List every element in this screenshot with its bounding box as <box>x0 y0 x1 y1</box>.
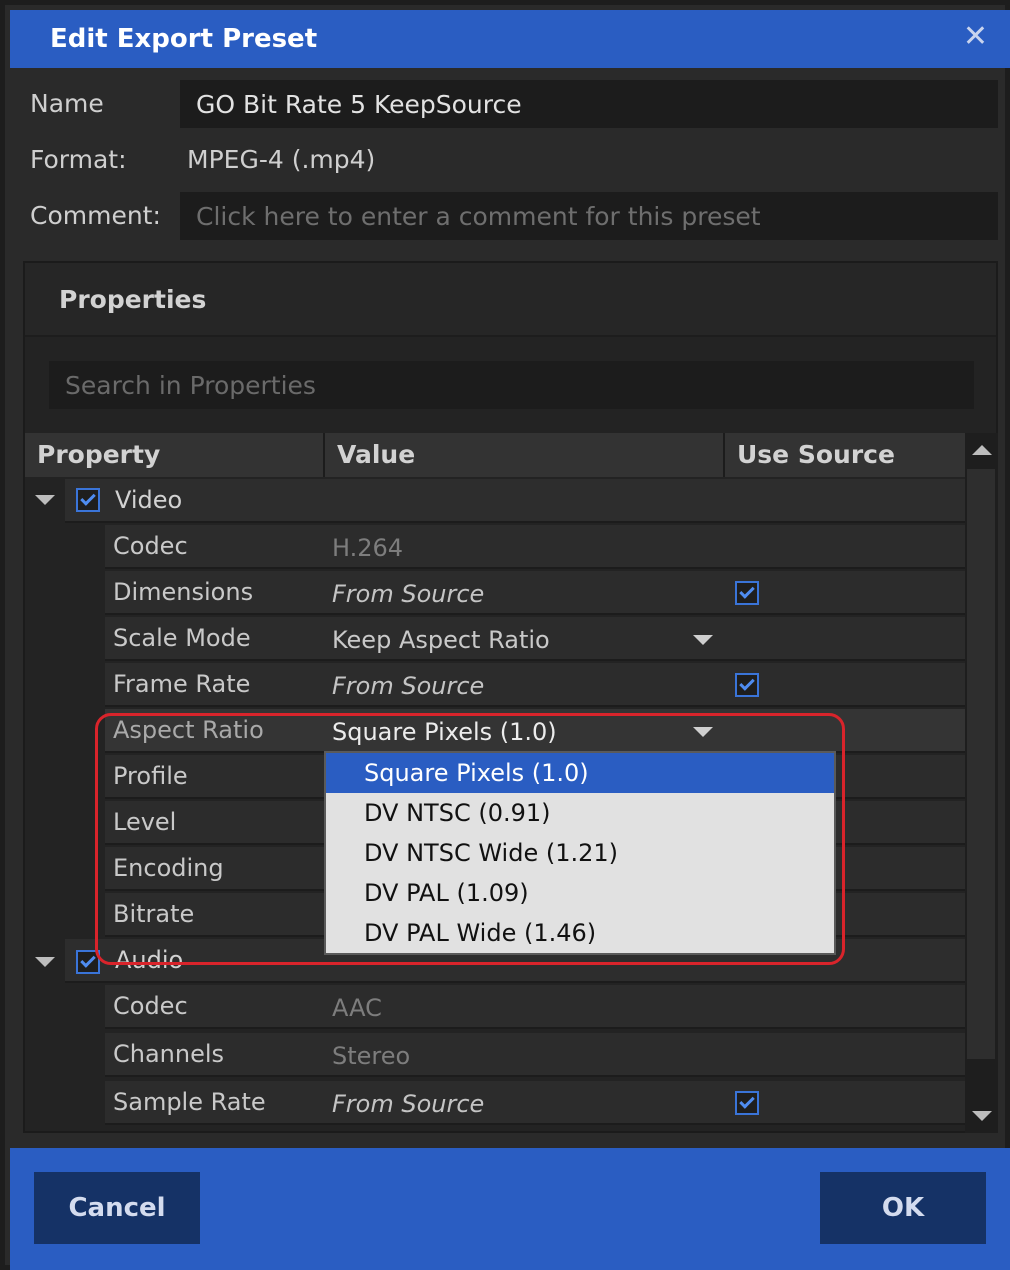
property-name: Frame Rate <box>113 670 251 698</box>
checkmark-icon <box>80 490 96 506</box>
video-collapse-icon[interactable] <box>35 495 55 505</box>
property-row-codec: Codec H.264 <box>105 525 965 569</box>
property-row-frame-rate: Frame Rate From Source <box>105 663 965 707</box>
property-value[interactable]: From Source <box>332 580 484 608</box>
name-field[interactable]: GO Bit Rate 5 KeepSource <box>180 80 998 128</box>
properties-panel: Properties Search in Properties Property… <box>23 261 998 1133</box>
property-name: Codec <box>113 992 188 1020</box>
properties-scrollbar[interactable] <box>965 433 998 1133</box>
column-header-use-source[interactable]: Use Source <box>725 433 965 477</box>
dimensions-use-source-checkbox[interactable] <box>735 581 759 605</box>
property-row-channels: Channels Stereo <box>105 1033 965 1077</box>
sample-rate-use-source-checkbox[interactable] <box>735 1091 759 1115</box>
name-label: Name <box>30 89 104 118</box>
chevron-down-icon[interactable] <box>693 635 713 645</box>
audio-collapse-icon[interactable] <box>35 957 55 967</box>
format-label: Format: <box>30 145 127 174</box>
scroll-up-arrow-icon[interactable] <box>972 445 992 455</box>
group-label-video: Video <box>115 486 183 514</box>
property-name: Codec <box>113 532 188 560</box>
property-name: Channels <box>113 1040 225 1068</box>
property-row-dimensions: Dimensions From Source <box>105 571 965 615</box>
scale-mode-select[interactable]: Keep Aspect Ratio <box>332 626 550 654</box>
dialog-title: Edit Export Preset <box>50 24 318 54</box>
property-value: AAC <box>332 994 382 1022</box>
column-header-value[interactable]: Value <box>325 433 725 477</box>
checkmark-icon <box>80 952 96 968</box>
edit-export-preset-dialog: Edit Export Preset ✕ Name GO Bit Rate 5 … <box>0 0 1010 1270</box>
checkmark-icon <box>739 1093 755 1109</box>
column-header-property[interactable]: Property <box>25 433 325 477</box>
properties-search-input[interactable]: Search in Properties <box>49 361 974 409</box>
property-value: H.264 <box>332 534 404 562</box>
property-value[interactable]: From Source <box>332 1090 484 1118</box>
checkmark-icon <box>739 675 755 691</box>
property-name: Scale Mode <box>113 624 251 652</box>
property-row-sample-rate: Sample Rate From Source <box>105 1081 965 1125</box>
properties-header: Properties <box>25 263 996 337</box>
video-checkbox[interactable] <box>76 488 100 512</box>
title-bar: Edit Export Preset ✕ <box>10 10 1010 68</box>
cancel-button[interactable]: Cancel <box>34 1172 200 1244</box>
comment-field[interactable]: Click here to enter a comment for this p… <box>180 192 998 240</box>
scroll-down-arrow-icon[interactable] <box>972 1111 992 1121</box>
ok-button[interactable]: OK <box>820 1172 986 1244</box>
property-row-scale-mode: Scale Mode Keep Aspect Ratio <box>105 617 965 661</box>
properties-title: Properties <box>59 285 207 314</box>
property-name: Dimensions <box>113 578 254 606</box>
close-icon[interactable]: ✕ <box>963 22 988 52</box>
checkmark-icon <box>739 583 755 599</box>
highlight-callout-box <box>95 713 845 965</box>
property-name: Sample Rate <box>113 1088 266 1116</box>
group-row-video <box>65 479 965 523</box>
scrollbar-thumb[interactable] <box>967 469 995 1059</box>
frame-rate-use-source-checkbox[interactable] <box>735 673 759 697</box>
comment-label: Comment: <box>30 201 161 230</box>
property-row-audio-codec: Codec AAC <box>105 985 965 1029</box>
format-value: MPEG-4 (.mp4) <box>187 145 376 174</box>
property-value: Stereo <box>332 1042 411 1070</box>
dialog-footer: Cancel OK <box>10 1148 1010 1270</box>
property-value[interactable]: From Source <box>332 672 484 700</box>
